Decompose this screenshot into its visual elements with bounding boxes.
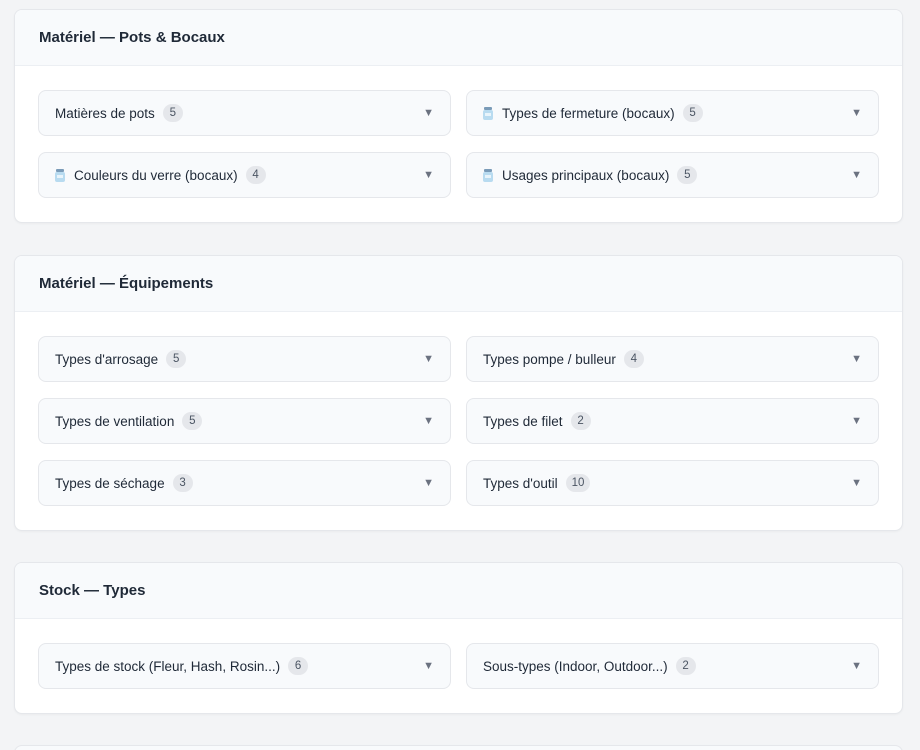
count-badge: 5 bbox=[682, 104, 703, 122]
count-badge: 5 bbox=[677, 166, 698, 184]
chevron-down-icon: ▼ bbox=[423, 107, 434, 119]
section-title: Matériel — Équipements bbox=[15, 256, 902, 312]
jar-icon bbox=[55, 168, 65, 182]
dropdown-label: Types d'arrosage bbox=[55, 351, 159, 367]
chevron-down-icon: ▼ bbox=[423, 477, 434, 489]
chevron-down-icon: ▼ bbox=[851, 477, 862, 489]
dropdown-types-de-fermeture[interactable]: Types de fermeture (bocaux) 5 ▼ bbox=[466, 90, 879, 136]
count-badge: 5 bbox=[166, 350, 187, 368]
chevron-down-icon: ▼ bbox=[423, 415, 434, 427]
dropdown-types-ventilation[interactable]: Types de ventilation 5 ▼ bbox=[38, 398, 451, 444]
dropdown-types-arrosage[interactable]: Types d'arrosage 5 ▼ bbox=[38, 336, 451, 382]
dropdown-label: Types de fermeture (bocaux) bbox=[502, 105, 675, 121]
dropdown-label: Types d'outil bbox=[483, 475, 558, 491]
jar-icon bbox=[483, 168, 493, 182]
dropdown-types-sechage[interactable]: Types de séchage 3 ▼ bbox=[38, 460, 451, 506]
dropdown-sous-types[interactable]: Sous-types (Indoor, Outdoor...) 2 ▼ bbox=[466, 643, 879, 689]
chevron-down-icon: ▼ bbox=[851, 169, 862, 181]
count-badge: 10 bbox=[565, 474, 591, 492]
section-grid: Types de stock (Fleur, Hash, Rosin...) 6… bbox=[15, 619, 902, 713]
dropdown-label: Types pompe / bulleur bbox=[483, 351, 616, 367]
dropdown-types-filet[interactable]: Types de filet 2 ▼ bbox=[466, 398, 879, 444]
dropdown-label: Couleurs du verre (bocaux) bbox=[74, 167, 238, 183]
section-card-stock-types: Stock — Types Types de stock (Fleur, Has… bbox=[14, 562, 903, 714]
section-grid: Matières de pots 5 ▼ Types de fermeture … bbox=[15, 66, 902, 222]
chevron-down-icon: ▼ bbox=[851, 353, 862, 365]
dropdown-types-pompe-bulleur[interactable]: Types pompe / bulleur 4 ▼ bbox=[466, 336, 879, 382]
chevron-down-icon: ▼ bbox=[851, 415, 862, 427]
count-badge: 3 bbox=[172, 474, 193, 492]
dropdown-couleurs-du-verre[interactable]: Couleurs du verre (bocaux) 4 ▼ bbox=[38, 152, 451, 198]
count-badge: 4 bbox=[623, 350, 644, 368]
count-badge: 5 bbox=[182, 412, 203, 430]
dropdown-usages-principaux[interactable]: Usages principaux (bocaux) 5 ▼ bbox=[466, 152, 879, 198]
dropdown-label: Matières de pots bbox=[55, 105, 155, 121]
dropdown-label: Types de ventilation bbox=[55, 413, 175, 429]
chevron-down-icon: ▼ bbox=[423, 660, 434, 672]
section-card-pots-bocaux: Matériel — Pots & Bocaux Matières de pot… bbox=[14, 9, 903, 223]
dropdown-types-outil[interactable]: Types d'outil 10 ▼ bbox=[466, 460, 879, 506]
dropdown-matieres-de-pots[interactable]: Matières de pots 5 ▼ bbox=[38, 90, 451, 136]
count-badge: 4 bbox=[245, 166, 266, 184]
dropdown-label: Sous-types (Indoor, Outdoor...) bbox=[483, 658, 668, 674]
count-badge: 6 bbox=[288, 657, 309, 675]
dropdown-types-de-stock[interactable]: Types de stock (Fleur, Hash, Rosin...) 6… bbox=[38, 643, 451, 689]
dropdown-label: Types de séchage bbox=[55, 475, 165, 491]
section-title: Matériel — Pots & Bocaux bbox=[15, 10, 902, 66]
count-badge: 2 bbox=[675, 657, 696, 675]
dropdown-label: Usages principaux (bocaux) bbox=[502, 167, 670, 183]
dropdown-label: Types de filet bbox=[483, 413, 563, 429]
chevron-down-icon: ▼ bbox=[851, 660, 862, 672]
count-badge: 2 bbox=[570, 412, 591, 430]
section-card-equipements: Matériel — Équipements Types d'arrosage … bbox=[14, 255, 903, 531]
count-badge: 5 bbox=[162, 104, 183, 122]
jar-icon bbox=[483, 106, 493, 120]
chevron-down-icon: ▼ bbox=[423, 169, 434, 181]
section-card-next bbox=[14, 745, 903, 750]
chevron-down-icon: ▼ bbox=[851, 107, 862, 119]
chevron-down-icon: ▼ bbox=[423, 353, 434, 365]
section-title: Stock — Types bbox=[15, 563, 902, 619]
dropdown-label: Types de stock (Fleur, Hash, Rosin...) bbox=[55, 658, 281, 674]
section-grid: Types d'arrosage 5 ▼ Types pompe / bulle… bbox=[15, 312, 902, 530]
